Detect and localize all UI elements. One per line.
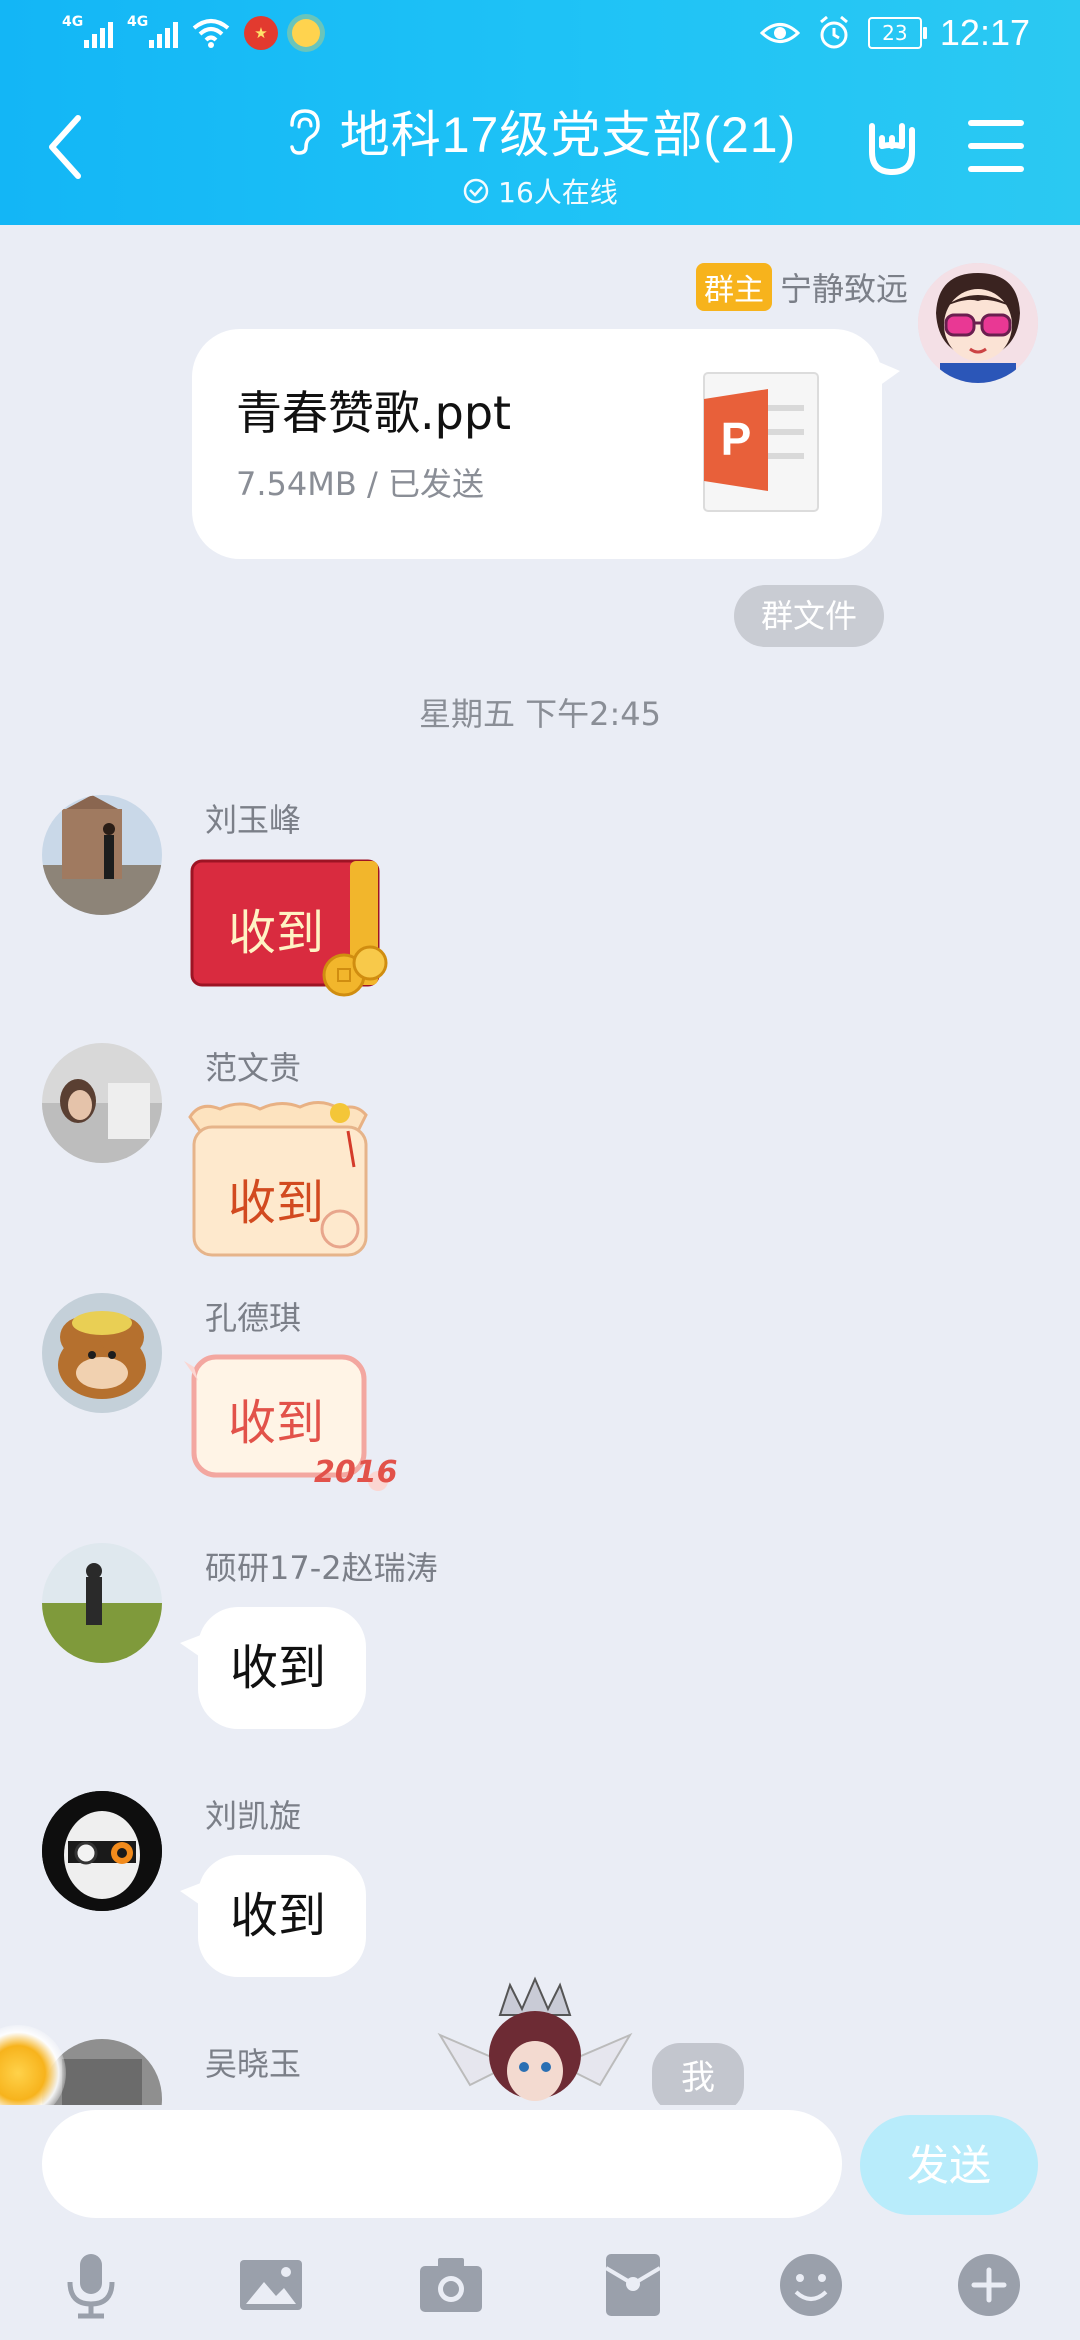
status-bar: 4G 4G ★ 23 12:17 xyxy=(0,0,1080,72)
status-time: 12:17 xyxy=(939,12,1030,53)
avatar-user-3[interactable] xyxy=(42,1293,162,1413)
eye-comfort-icon xyxy=(759,23,800,43)
text-bubble[interactable]: 收到 xyxy=(180,1607,366,1729)
sender-name: 刘玉峰 xyxy=(205,801,302,839)
group-file-tag[interactable]: 群文件 xyxy=(734,585,884,647)
sticker-year: 2016 xyxy=(314,1455,398,1490)
emoji-icon[interactable] xyxy=(776,2250,846,2320)
file-message-bubble[interactable]: 青春赞歌.ppt 7.54MB / 已发送 P xyxy=(192,329,900,559)
group-owner-badge: 群主 xyxy=(695,263,772,311)
file-size-status: 7.54MB / 已发送 xyxy=(236,465,484,503)
status-right: 23 12:17 xyxy=(759,12,1030,54)
message-list[interactable]: 群主 宁静致远 青春赞歌.ppt 7.54MB / 已发送 P 群文件 星期五 … xyxy=(0,225,1080,2105)
plus-icon[interactable] xyxy=(954,2250,1024,2320)
file-name: 青春赞歌.ppt xyxy=(236,386,512,440)
online-check-icon xyxy=(463,178,489,204)
microphone-icon[interactable] xyxy=(56,2250,126,2320)
sticker-text: 收到 xyxy=(228,905,325,961)
sender-name: 硕研17-2赵瑞涛 xyxy=(205,1549,438,1587)
sender-name: 宁静致远 xyxy=(779,270,908,308)
chat-header: 4G 4G ★ 23 12:17 地科17级党支部(21) 16人在线 xyxy=(0,0,1080,225)
camera-icon[interactable] xyxy=(416,2250,486,2320)
signal-icon-sim1: 4G xyxy=(62,14,113,48)
chat-title: 地科17级党支部(21) xyxy=(339,107,797,163)
floating-widget-icon[interactable] xyxy=(0,2025,66,2105)
scroll-sticker-bubble[interactable]: 收到 xyxy=(180,1097,380,1267)
alarm-icon xyxy=(819,16,848,49)
new-year-sticker-bubble[interactable]: 收到 2016 xyxy=(180,1347,400,1507)
avatar-user-1[interactable] xyxy=(42,795,162,915)
online-count: 16人在线 xyxy=(498,176,618,209)
wifi-icon xyxy=(192,19,230,48)
sender-name: 范文贵 xyxy=(205,1049,302,1087)
message-input[interactable] xyxy=(42,2110,842,2218)
title-row: 地科17级党支部(21) xyxy=(284,95,797,167)
ppt-file-icon: P xyxy=(703,372,819,512)
svg-text:P: P xyxy=(721,413,752,465)
app-notification-icon: ★ xyxy=(244,16,278,50)
menu-button[interactable] xyxy=(968,120,1024,172)
sun-icon xyxy=(292,19,320,47)
text-bubble[interactable]: 收到 xyxy=(180,1855,366,1977)
sender-name: 刘凯旋 xyxy=(205,1797,302,1835)
ear-icon xyxy=(289,109,320,155)
sender-name: 吴晓玉 xyxy=(205,2045,302,2083)
avatar-owner[interactable] xyxy=(918,263,1038,383)
sender-name: 孔德琪 xyxy=(205,1299,302,1337)
online-status: 16人在线 xyxy=(462,171,618,211)
status-left: 4G 4G ★ xyxy=(62,14,320,50)
rock-hand-icon[interactable] xyxy=(860,116,922,178)
avatar-user-5[interactable] xyxy=(42,1791,162,1911)
red-packet-bubble[interactable]: 收到 xyxy=(190,859,400,1009)
avatar-user-2[interactable] xyxy=(42,1043,162,1163)
sticker-text: 收到 xyxy=(228,1175,325,1231)
red-packet-icon[interactable] xyxy=(598,2250,668,2320)
avatar-user-4[interactable] xyxy=(42,1543,162,1663)
sticker-text: 收到 xyxy=(228,1395,325,1451)
send-button[interactable]: 发送 xyxy=(860,2115,1038,2215)
input-bar: 发送 xyxy=(0,2105,1080,2340)
battery-icon: 23 xyxy=(867,17,927,49)
me-label[interactable]: 我 xyxy=(652,2043,744,2105)
image-icon[interactable] xyxy=(236,2250,306,2320)
fairy-decoration-icon xyxy=(437,1976,633,2101)
time-divider: 星期五 下午2:45 xyxy=(418,695,662,733)
owner-sender-row: 群主 宁静致远 xyxy=(695,263,908,311)
signal-icon-sim2: 4G xyxy=(127,14,178,48)
